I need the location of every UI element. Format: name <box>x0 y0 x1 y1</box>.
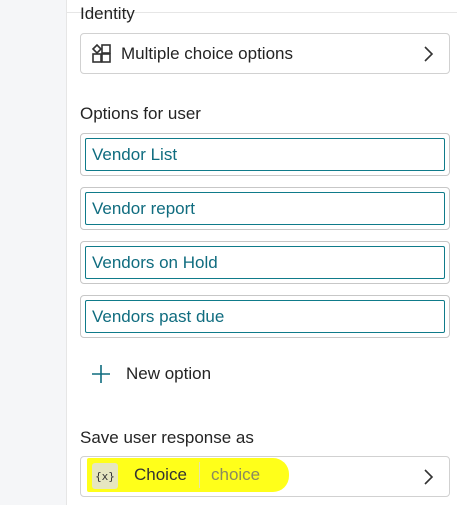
option-input[interactable]: Vendor List <box>85 138 445 171</box>
save-response-heading: Save user response as <box>80 428 254 447</box>
left-gutter <box>0 0 66 505</box>
options-heading: Options for user <box>80 104 201 123</box>
multiple-choice-icon <box>91 43 111 63</box>
chevron-right-icon <box>424 45 434 62</box>
variable-separator <box>199 462 200 488</box>
plus-icon <box>92 365 110 383</box>
identity-heading: Identity <box>80 4 135 23</box>
option-input[interactable]: Vendor report <box>85 192 445 225</box>
chevron-right-icon <box>424 468 434 485</box>
option-input[interactable]: Vendors on Hold <box>85 246 445 279</box>
option-item: Vendors past due <box>80 295 450 338</box>
new-option-label: New option <box>126 364 212 383</box>
identity-selector[interactable]: Multiple choice options <box>80 33 450 74</box>
option-item: Vendor report <box>80 187 450 230</box>
variable-name: Choice <box>134 465 187 484</box>
panel-divider <box>66 0 67 505</box>
identity-value: Multiple choice options <box>121 43 293 63</box>
variable-type: choice <box>211 465 261 484</box>
option-item: Vendor List <box>80 133 450 176</box>
option-input[interactable]: Vendors past due <box>85 300 445 333</box>
new-option-button[interactable]: New option <box>90 360 211 388</box>
option-item: Vendors on Hold <box>80 241 450 284</box>
variable-badge-icon: {x} <box>92 463 118 489</box>
